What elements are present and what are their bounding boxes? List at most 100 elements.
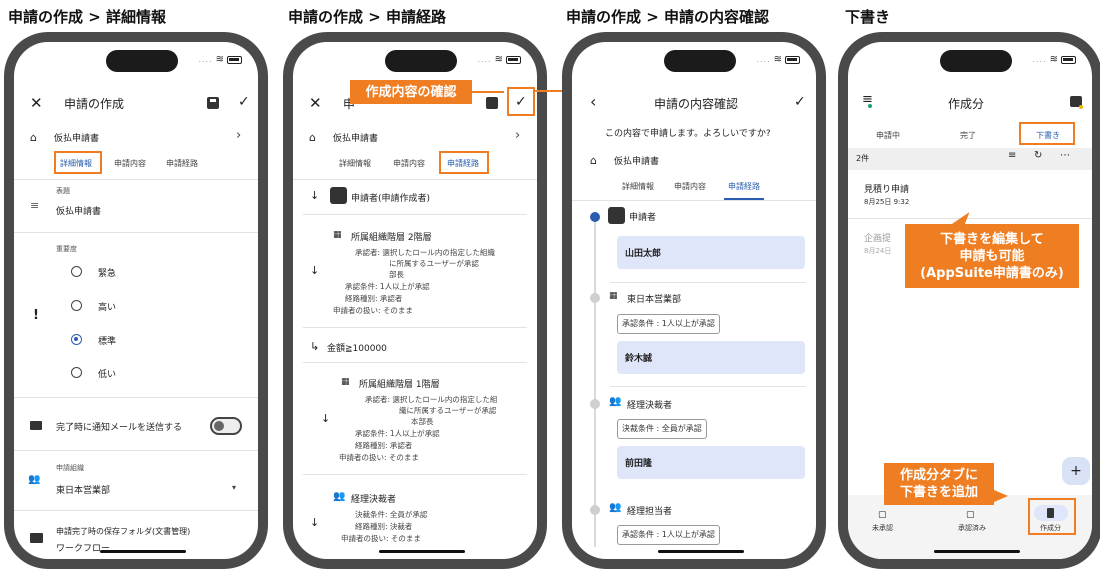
tab-detail[interactable]: 詳細情報	[339, 158, 371, 169]
callout-draft-edit: 下書きを編集して 申請も可能 (AppSuite申請書のみ)	[905, 224, 1079, 288]
draft-item-title[interactable]: 見積り申請	[864, 182, 909, 195]
route-staff-condition: 承認条件 : 1人以上が承認	[617, 525, 720, 545]
arrow-down-icon: ↓	[310, 516, 320, 529]
save-icon[interactable]	[486, 97, 498, 109]
page-title: 申請の作成	[64, 97, 125, 111]
timeline-dot	[590, 293, 600, 303]
radio-high[interactable]	[71, 300, 82, 311]
radio-low[interactable]	[71, 367, 82, 378]
check-icon[interactable]: ✓	[794, 94, 806, 110]
tab-completed[interactable]: 完了	[960, 130, 976, 141]
step1-title: 所属組織階層 2階層	[351, 233, 432, 243]
form-name: 仮払申請書	[614, 157, 660, 167]
tab-detail[interactable]: 詳細情報	[622, 181, 654, 192]
wifi-icon: ≋	[773, 54, 782, 65]
step3-line: 決裁条件: 全員が承認	[355, 510, 428, 519]
step1-line: 経路種別: 承認者	[345, 294, 403, 303]
subject-value[interactable]: 仮払申請書	[56, 204, 101, 217]
step2-title: 所属組織階層 1階層	[359, 380, 440, 390]
dropdown-icon[interactable]: ▾	[232, 483, 236, 492]
route-settle-label: 経理決裁者	[627, 401, 673, 411]
tab-content[interactable]: 申請内容	[674, 181, 706, 192]
nav-unapproved[interactable]: 未承認	[872, 523, 893, 533]
group-icon: 👥	[28, 474, 41, 485]
form-name[interactable]: 仮払申請書	[333, 131, 378, 144]
caption-draft: 下書き	[845, 8, 891, 26]
person-icon	[608, 207, 625, 224]
close-icon[interactable]: ✕	[30, 94, 43, 112]
divider	[610, 386, 806, 387]
divider	[14, 179, 258, 180]
step1-line: 承認者: 選択したロール内の指定した組織	[355, 248, 495, 257]
item-count: 2件	[856, 154, 870, 163]
caption-detail: 申請の作成 > 詳細情報	[8, 8, 167, 26]
divider	[293, 179, 537, 180]
route-applicant-label: 申請者	[629, 213, 657, 223]
status-bar: .... ≋	[477, 54, 521, 65]
home-indicator	[934, 550, 1020, 553]
person-icon	[330, 187, 347, 204]
draft-item-title[interactable]: 企画提	[864, 231, 891, 244]
page-title: 申請の内容確認	[654, 97, 739, 111]
approved-icon[interactable]: ▢	[966, 510, 975, 520]
folder-label: 申請完了時の保存フォルダ(文書管理)	[56, 527, 191, 536]
status-bar: .... ≋	[198, 54, 242, 65]
wifi-icon: ≋	[1049, 54, 1058, 65]
tab-content[interactable]: 申請内容	[114, 158, 146, 169]
importance-label: 重要度	[56, 245, 77, 253]
back-icon[interactable]: ‹	[590, 92, 596, 111]
option-normal: 標準	[98, 337, 117, 347]
screen-confirm: .... ≋ ‹ 申請の内容確認 ✓ この内容で申請します。よろしいですか? ⌂ …	[572, 42, 816, 559]
org-value[interactable]: 東日本営業部	[56, 483, 110, 496]
step1-line: 部長	[389, 270, 404, 279]
dynamic-island	[940, 50, 1012, 72]
page-title: 作成分	[948, 97, 985, 111]
step3-line: 経路種別: 決裁者	[355, 522, 413, 531]
highlight-tab-detail	[54, 151, 102, 174]
sort-icon[interactable]: ≡	[1008, 150, 1016, 161]
tab-in-progress[interactable]: 申請中	[876, 130, 900, 141]
step1-line: に所属するユーザーが承認	[389, 259, 479, 268]
nav-approved[interactable]: 承認済み	[958, 523, 986, 533]
branch-condition: 金額≧100000	[327, 344, 387, 354]
tab-content[interactable]: 申請内容	[393, 158, 425, 169]
step2-line: 織に所属するユーザーが承認	[399, 406, 497, 415]
status-bar: .... ≋	[756, 54, 800, 65]
highlight-check	[507, 87, 535, 116]
draft-item-date: 8月25日 9:32	[864, 198, 910, 206]
phone-confirm: .... ≋ ‹ 申請の内容確認 ✓ この内容で申請します。よろしいですか? ⌂ …	[562, 32, 826, 569]
form-icon: ⌂	[309, 131, 316, 144]
radio-normal[interactable]	[71, 334, 82, 345]
subject-icon: ≡	[30, 199, 40, 212]
mail-label: 完了時に通知メールを送信する	[56, 423, 183, 433]
route-org-condition: 承認条件 : 1人以上が承認	[617, 314, 720, 334]
battery-icon	[227, 55, 242, 64]
more-icon[interactable]: ⋯	[1060, 150, 1070, 161]
timeline-dot	[590, 505, 600, 515]
step2-line: 承認者: 選択したロール内の指定した組	[365, 395, 498, 404]
tab-route[interactable]: 申請経路	[166, 158, 198, 169]
wifi-icon: ≋	[494, 54, 503, 65]
mail-toggle[interactable]	[210, 417, 242, 435]
caption-confirm: 申請の作成 > 申請の内容確認	[566, 8, 770, 26]
mail-icon	[30, 421, 42, 430]
callout-connector	[472, 91, 504, 93]
save-icon[interactable]	[207, 97, 219, 109]
chevron-right-icon[interactable]: ›	[515, 128, 520, 143]
form-name[interactable]: 仮払申請書	[54, 131, 99, 144]
tab-route[interactable]: 申請経路	[728, 181, 760, 192]
chevron-right-icon[interactable]: ›	[236, 128, 241, 143]
divider	[610, 282, 806, 283]
check-icon[interactable]: ✓	[238, 94, 250, 110]
timeline-line	[594, 217, 596, 547]
step3-line: 申請者の扱い: そのまま	[341, 534, 421, 543]
inbox-icon[interactable]: ▢	[878, 510, 887, 520]
fab-add-button[interactable]: +	[1062, 457, 1090, 485]
option-low: 低い	[98, 370, 117, 380]
org-label: 申請組織	[56, 464, 84, 472]
radio-urgent[interactable]	[71, 266, 82, 277]
refresh-icon[interactable]: ↻	[1034, 150, 1042, 161]
battery-icon	[506, 55, 521, 64]
highlight-tab-draft	[1019, 122, 1075, 145]
close-icon[interactable]: ✕	[309, 94, 322, 112]
